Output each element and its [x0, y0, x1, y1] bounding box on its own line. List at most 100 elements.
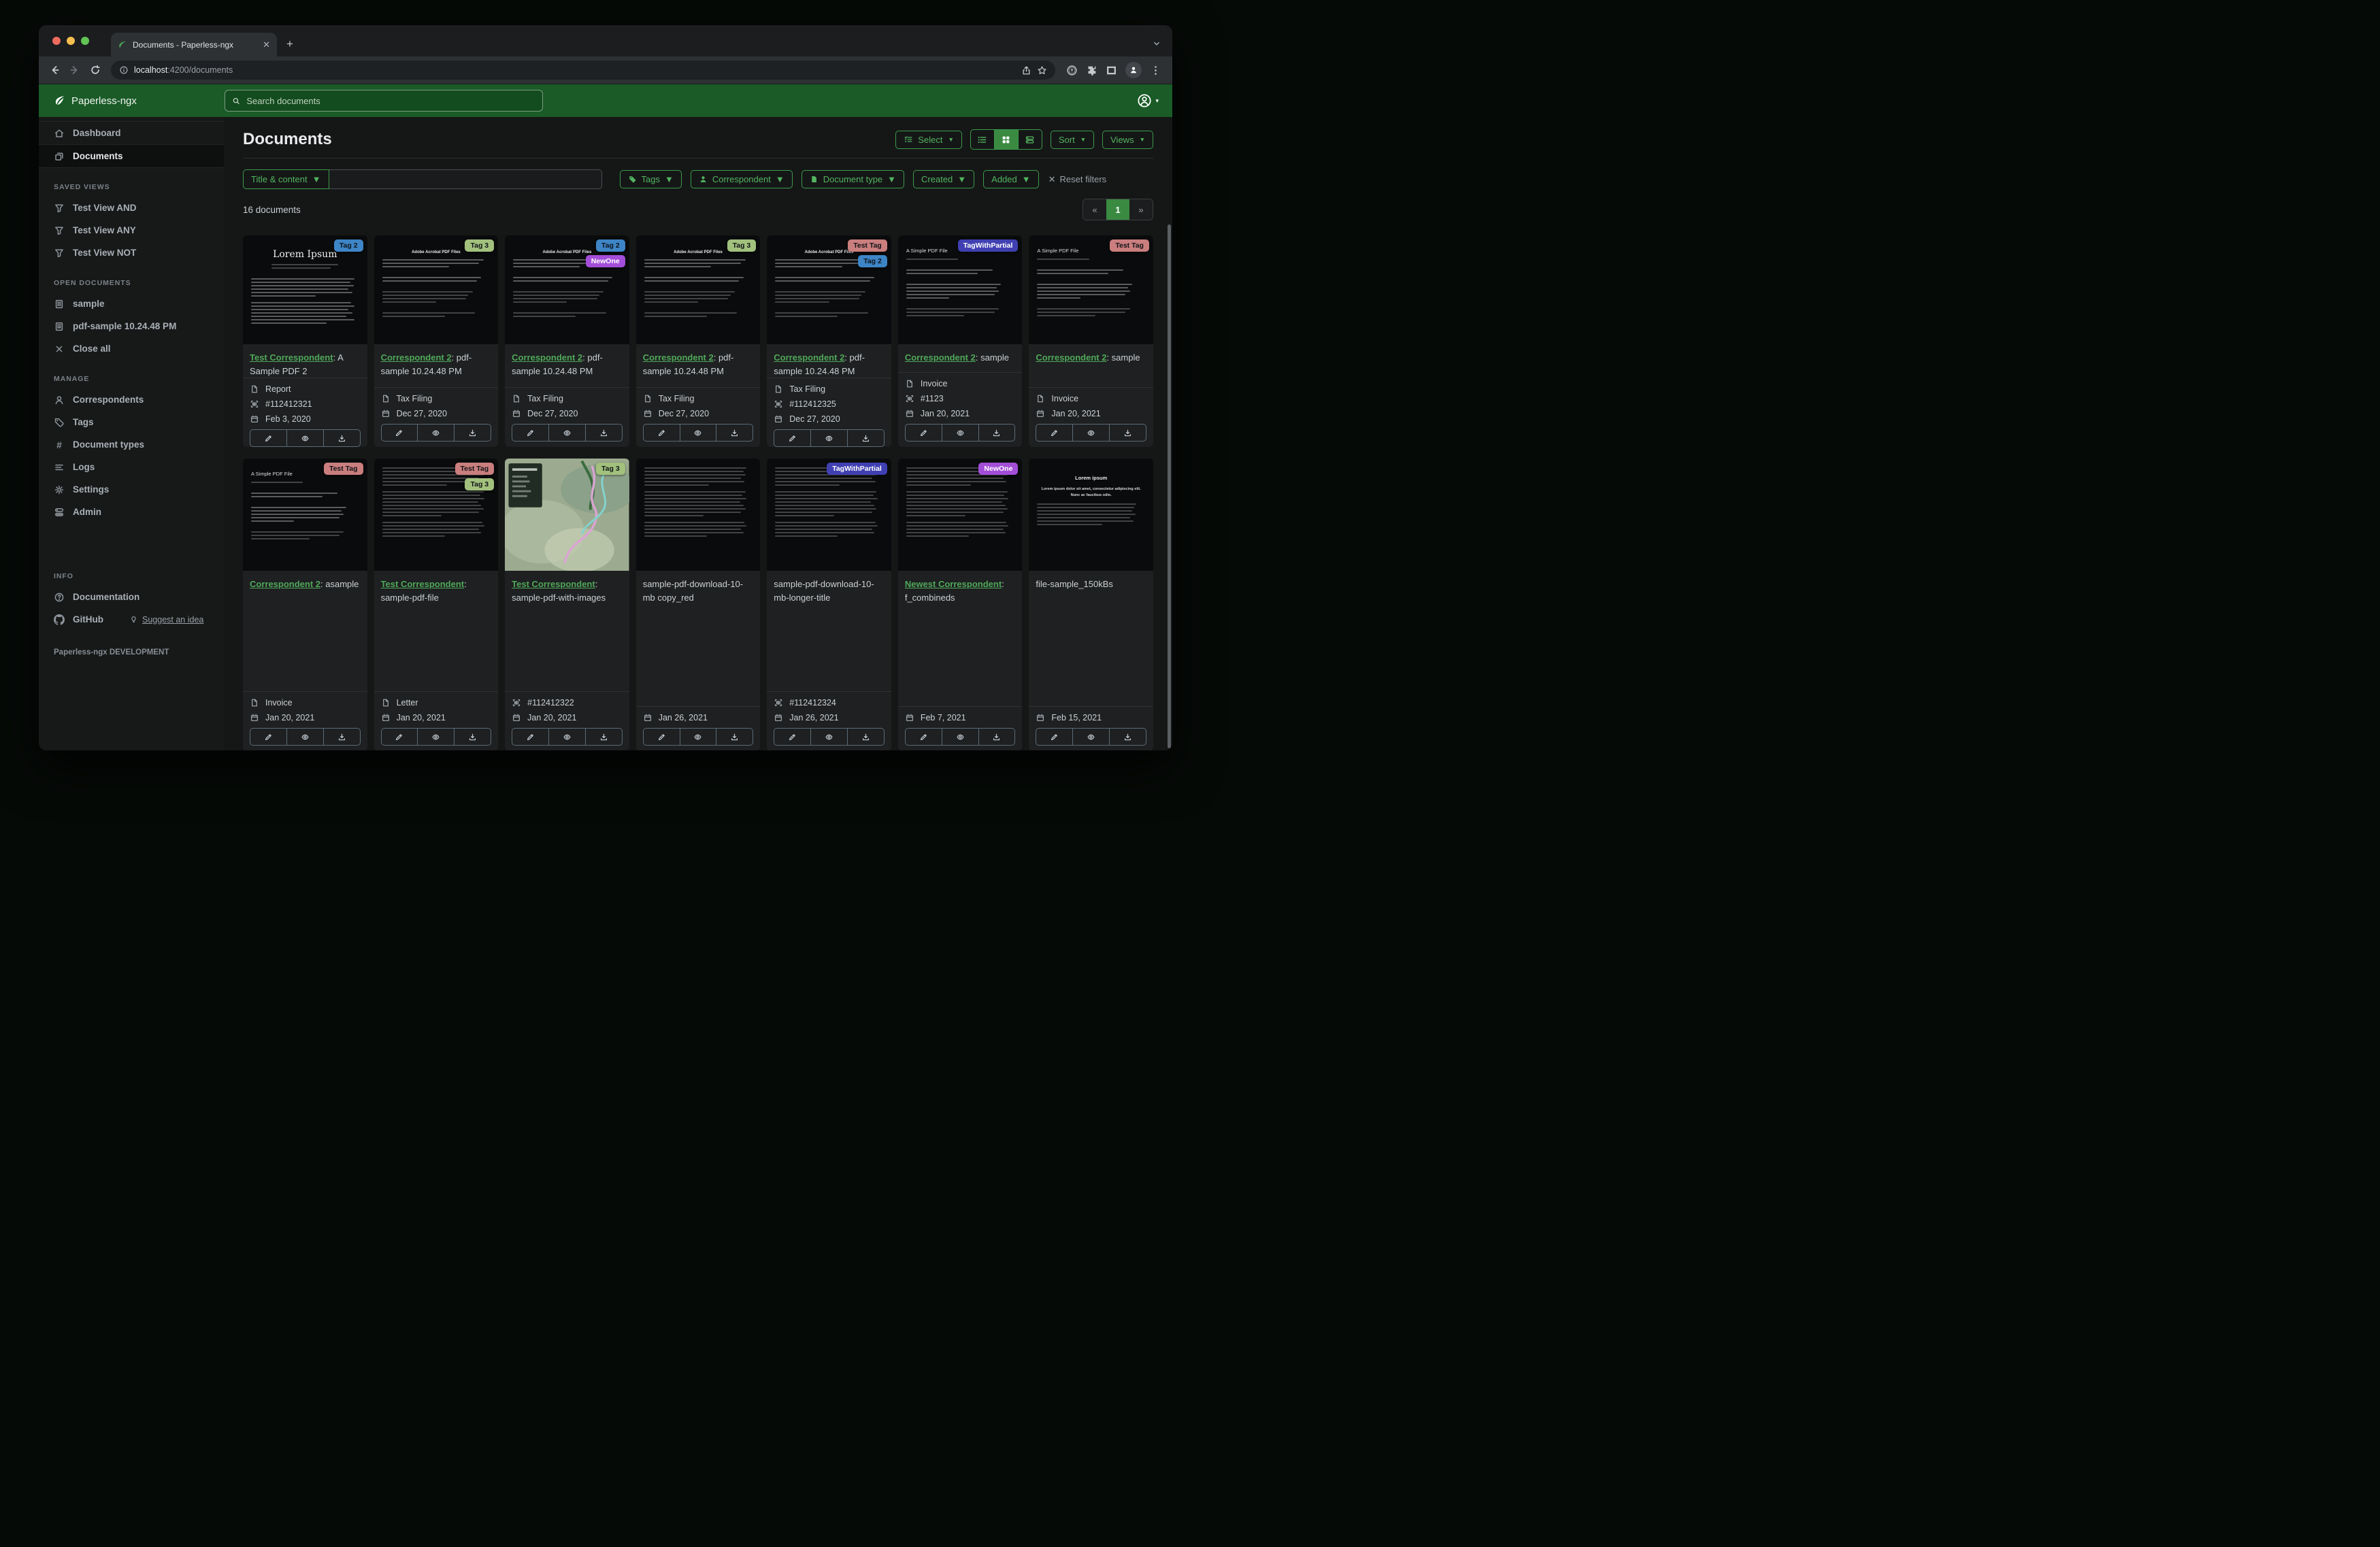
filter-added-button[interactable]: Added ▼	[983, 170, 1039, 188]
edit-document-button[interactable]	[382, 425, 418, 441]
tag-badge[interactable]: Test Tag	[454, 463, 495, 475]
tag-badge[interactable]: Tag 3	[465, 239, 495, 252]
tag-badge[interactable]: TagWithPartial	[957, 239, 1019, 252]
correspondent-link[interactable]: Correspondent 2	[1036, 352, 1106, 363]
document-thumbnail[interactable]: Lorem ipsum Lorem ipsum dolor sit amet, c…	[1029, 459, 1153, 571]
sidebar-item-settings[interactable]: Settings	[39, 478, 224, 501]
sidebar-item-close-all[interactable]: Close all	[39, 337, 224, 360]
correspondent-link[interactable]: Correspondent 2	[905, 352, 976, 363]
filter-field-dropdown[interactable]: Title & content ▼	[243, 169, 329, 189]
tag-badge[interactable]: Test Tag	[323, 463, 363, 475]
download-document-button[interactable]	[978, 425, 1015, 441]
share-icon[interactable]	[1021, 65, 1031, 76]
view-document-button[interactable]	[1072, 425, 1109, 441]
sidebar-item-test-view-and[interactable]: Test View AND	[39, 197, 224, 219]
document-thumbnail[interactable]: A Simple PDF File Test Tag	[1029, 235, 1153, 344]
edit-document-button[interactable]	[512, 729, 548, 745]
tag-badge[interactable]: TagWithPartial	[827, 463, 887, 475]
view-document-button[interactable]	[417, 425, 454, 441]
sidebar-item-documentation[interactable]: Documentation	[39, 586, 224, 608]
view-grid-button[interactable]	[993, 130, 1018, 149]
sort-button[interactable]: Sort ▼	[1050, 130, 1095, 149]
download-document-button[interactable]	[454, 425, 491, 441]
edit-document-button[interactable]	[906, 729, 942, 745]
download-document-button[interactable]	[584, 729, 622, 745]
edit-document-button[interactable]	[774, 430, 810, 446]
correspondent-link[interactable]: Correspondent 2	[250, 579, 320, 589]
document-thumbnail[interactable]: A Simple PDF File Test Tag	[243, 459, 367, 571]
view-document-button[interactable]	[1072, 729, 1109, 745]
download-document-button[interactable]	[454, 729, 491, 745]
view-document-button[interactable]	[548, 729, 585, 745]
sidebar-item-correspondents[interactable]: Correspondents	[39, 388, 224, 411]
tag-badge[interactable]: NewOne	[585, 255, 625, 267]
tag-badge[interactable]: Tag 3	[596, 463, 625, 475]
document-thumbnail[interactable]: Adobe Acrobat PDF Files Tag 3	[635, 235, 761, 344]
sidebar-item-logs[interactable]: Logs	[39, 456, 224, 478]
page-prev-button[interactable]: «	[1083, 199, 1106, 220]
correspondent-link[interactable]: Test Correspondent	[381, 579, 465, 589]
sidebar-item-admin[interactable]: Admin	[39, 501, 224, 523]
correspondent-link[interactable]: Correspondent 2	[643, 352, 714, 363]
view-document-button[interactable]	[679, 425, 716, 441]
correspondent-link[interactable]: Correspondent 2	[512, 352, 582, 363]
edit-document-button[interactable]	[250, 430, 286, 446]
view-list-button[interactable]	[971, 130, 994, 149]
view-document-button[interactable]	[286, 430, 323, 446]
view-document-button[interactable]	[417, 729, 454, 745]
sidebar-item-test-view-not[interactable]: Test View NOT	[39, 242, 224, 264]
download-document-button[interactable]	[1109, 729, 1146, 745]
sidebar-item-dashboard[interactable]: Dashboard	[39, 121, 224, 145]
password-manager-icon[interactable]	[1066, 65, 1078, 76]
correspondent-link[interactable]: Test Correspondent	[250, 352, 333, 363]
tab-search-chevron-icon[interactable]	[1152, 39, 1161, 48]
site-info-icon[interactable]	[119, 65, 129, 75]
browser-menu-kebab-icon[interactable]	[1150, 65, 1161, 76]
global-search[interactable]	[225, 90, 543, 112]
scrollbar[interactable]	[1168, 224, 1171, 748]
edit-document-button[interactable]	[906, 425, 942, 441]
sidebar-item-tags[interactable]: Tags	[39, 411, 224, 433]
view-document-button[interactable]	[286, 729, 323, 745]
sidebar-item-test-view-any[interactable]: Test View ANY	[39, 219, 224, 242]
correspondent-link[interactable]: Correspondent 2	[381, 352, 452, 363]
forward-button[interactable]	[66, 61, 84, 79]
tag-badge[interactable]: Tag 3	[465, 478, 495, 490]
views-button[interactable]: Views ▼	[1102, 130, 1153, 149]
download-document-button[interactable]	[847, 430, 884, 446]
edit-document-button[interactable]	[644, 425, 680, 441]
view-document-button[interactable]	[941, 729, 978, 745]
sidebar-item-github[interactable]: GitHub Suggest an idea	[39, 608, 224, 631]
edit-document-button[interactable]	[774, 729, 810, 745]
filter-tags-button[interactable]: Tags ▼	[619, 170, 682, 188]
app-brand[interactable]: Paperless-ngx	[54, 95, 137, 107]
download-document-button[interactable]	[716, 729, 753, 745]
new-tab-button[interactable]: +	[286, 37, 293, 51]
view-detail-button[interactable]	[1017, 130, 1042, 149]
download-document-button[interactable]	[323, 729, 360, 745]
document-thumbnail[interactable]: Adobe Acrobat PDF Files Tag 2 NewOne	[505, 235, 629, 344]
correspondent-link[interactable]: Test Correspondent	[512, 579, 595, 589]
tag-badge[interactable]: Test Tag	[848, 239, 887, 252]
edit-document-button[interactable]	[644, 729, 680, 745]
sidebar-item-document-types[interactable]: # Document types	[39, 433, 224, 456]
sidebar-item-documents[interactable]: Documents	[39, 145, 224, 168]
edit-document-button[interactable]	[1036, 425, 1072, 441]
address-bar[interactable]: localhost:4200/documents	[111, 61, 1055, 80]
search-input[interactable]	[245, 95, 535, 107]
filter-text-input[interactable]	[329, 169, 602, 189]
view-document-button[interactable]	[810, 729, 847, 745]
document-thumbnail[interactable]: Tag 3	[505, 459, 629, 571]
back-button[interactable]	[46, 61, 63, 79]
reload-button[interactable]	[86, 61, 104, 79]
browser-tab[interactable]: Documents - Paperless-ngx ✕	[111, 33, 277, 56]
browser-profile-avatar[interactable]	[1125, 62, 1142, 78]
edit-document-button[interactable]	[512, 425, 548, 441]
correspondent-link[interactable]: Newest Correspondent	[905, 579, 1002, 589]
filter-document-type-button[interactable]: Document type ▼	[801, 170, 905, 188]
filter-created-button[interactable]: Created ▼	[913, 170, 975, 188]
extensions-puzzle-icon[interactable]	[1086, 65, 1097, 76]
document-thumbnail[interactable]	[635, 459, 761, 571]
filter-correspondent-button[interactable]: Correspondent ▼	[690, 170, 793, 188]
tag-badge[interactable]: NewOne	[978, 463, 1019, 475]
